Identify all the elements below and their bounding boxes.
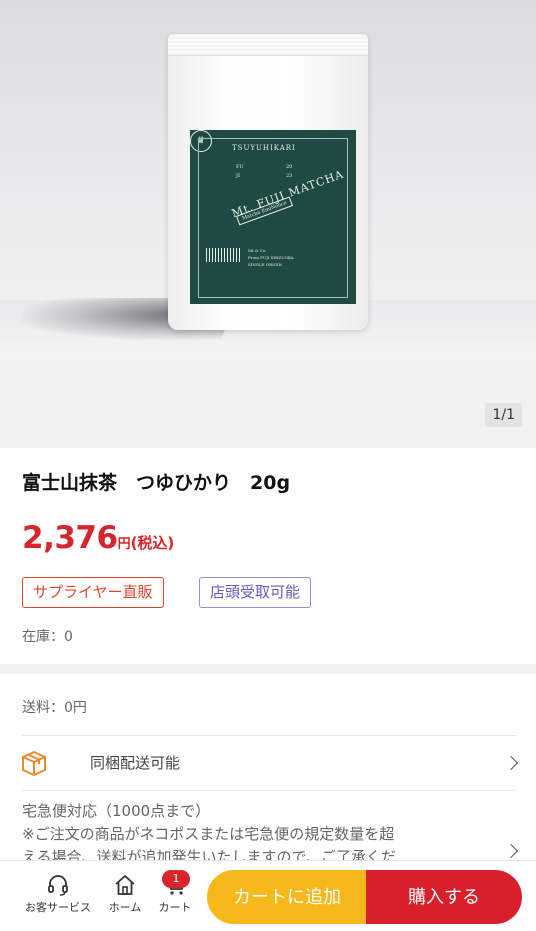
- store-pickup-badge: 店頭受取可能: [199, 577, 312, 608]
- delivery-note-line: 宅急便対応（1000点まで）: [22, 802, 211, 820]
- shipping-fee: 送料：0円: [22, 700, 87, 716]
- bundle-shipping-label: 同梱配送可能: [90, 754, 181, 772]
- stock-count: 在庫：0: [22, 629, 73, 645]
- label-info-3: SINGLE ORIGIN: [248, 262, 283, 267]
- product-title: 富士山抹茶 つゆひかり 20g: [22, 472, 291, 494]
- label-info-2: From FUJI SHIZUOKA: [248, 255, 294, 260]
- label-emblem-left-top: FU: [236, 164, 244, 170]
- label-info-1: Mt & Co.: [248, 248, 267, 253]
- bundle-shipping-row[interactable]: 同梱配送可能: [0, 736, 536, 790]
- image-pager: 1/1: [485, 403, 522, 427]
- matcha-pouch-image: TSUYUHIKARI FU JI ♛ 20 23 Mt. FUJI MATCH…: [168, 34, 368, 330]
- price-row: 2,376円(税込): [22, 520, 174, 556]
- label-emblem-right-bottom: 23: [286, 173, 293, 179]
- label-brand: TSUYUHIKARI: [232, 144, 296, 152]
- package-icon: [22, 751, 46, 776]
- pouch-label: TSUYUHIKARI FU JI ♛ 20 23 Mt. FUJI MATCH…: [190, 130, 356, 304]
- buy-now-button[interactable]: 購入する: [366, 870, 522, 924]
- chevron-right-icon: [503, 755, 519, 771]
- label-emblem-right-top: 20: [286, 164, 293, 170]
- delivery-note-line: える場合、送料が追加発生いたしますので、ご了承くだ: [22, 848, 396, 860]
- cart-label: カート: [158, 901, 192, 914]
- section-divider: [0, 664, 536, 674]
- home-label: ホーム: [108, 901, 142, 914]
- headset-icon: [48, 875, 68, 896]
- price-value: 2,376: [22, 520, 118, 556]
- chevron-right-icon[interactable]: [503, 843, 519, 859]
- add-to-cart-button[interactable]: カートに追加: [207, 870, 367, 924]
- label-emblem-left-bottom: JI: [236, 173, 240, 179]
- supplier-direct-badge: サプライヤー直販: [22, 577, 164, 608]
- price-unit: 円: [117, 537, 131, 552]
- price-tax-label: (税込): [130, 534, 175, 552]
- customer-service-button[interactable]: お客サービス: [20, 873, 96, 915]
- cart-count-badge: 1: [162, 870, 190, 888]
- home-icon: [115, 875, 135, 895]
- delivery-note[interactable]: 宅急便対応（1000点まで） ※ご注文の商品がネコポスまたは宅急便の規定数量を超…: [22, 800, 472, 860]
- customer-service-label: お客サービス: [25, 901, 91, 914]
- divider: [22, 790, 516, 791]
- product-image-carousel[interactable]: TSUYUHIKARI FU JI ♛ 20 23 Mt. FUJI MATCH…: [0, 0, 536, 448]
- home-button[interactable]: ホーム: [104, 873, 146, 915]
- label-frame: [198, 138, 348, 298]
- pouch-zipper: [168, 34, 368, 56]
- barcode-icon: [206, 248, 240, 262]
- delivery-note-line: ※ご注文の商品がネコポスまたは宅急便の規定数量を超: [22, 825, 395, 843]
